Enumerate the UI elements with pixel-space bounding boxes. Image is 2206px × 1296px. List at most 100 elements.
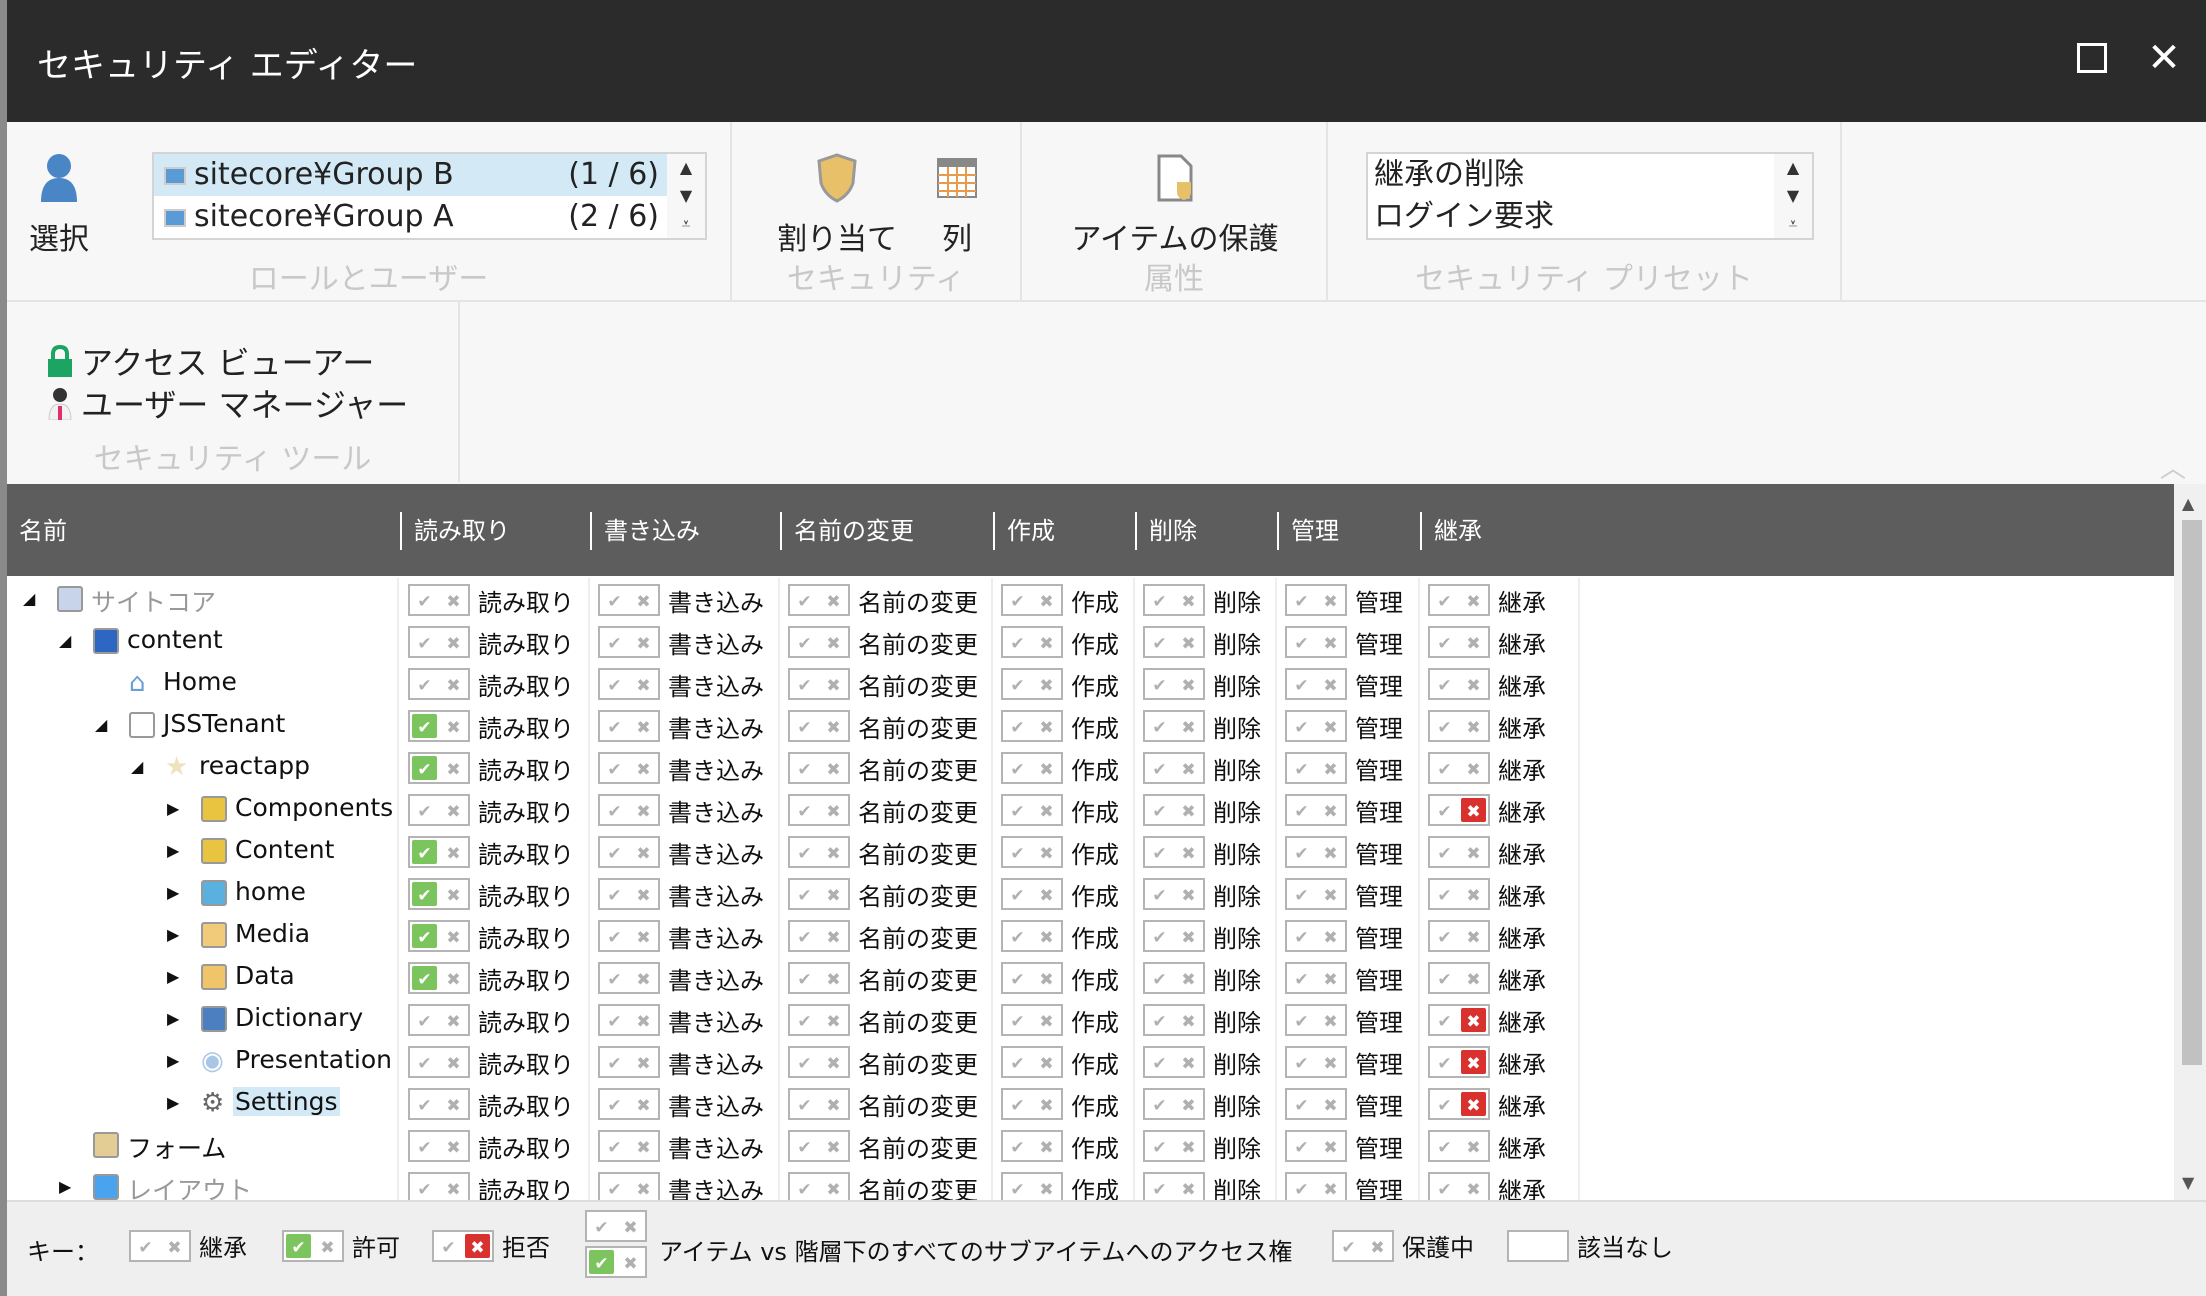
deny-x-icon[interactable]: ✖ [631,1008,656,1032]
allow-check-icon[interactable]: ✔ [792,1008,817,1032]
permission-checkbox-inherit[interactable]: ✔ ✖ [1285,584,1347,616]
allow-check-icon[interactable]: ✔ [602,966,627,990]
deny-x-icon[interactable]: ✖ [1034,1176,1059,1200]
allow-check-icon[interactable]: ✔ [1289,588,1314,612]
allow-check-icon[interactable]: ✔ [1147,840,1172,864]
allow-check-icon[interactable]: ✔ [792,840,817,864]
deny-x-icon[interactable]: ✖ [441,840,466,864]
allow-check-icon[interactable]: ✔ [1289,966,1314,990]
permission-checkbox-inherit[interactable]: ✔ ✖ [1143,1130,1205,1162]
allow-check-icon[interactable]: ✔ [602,798,627,822]
item-name[interactable]: JSSTenant [161,709,287,738]
preset-require-login[interactable]: ログイン要求 [1368,196,1812,238]
column-header-name[interactable]: 名前 [7,512,67,550]
permission-checkbox-inherit[interactable]: ✔ ✖ [1285,878,1347,910]
permission-checkbox-inherit[interactable]: ✔ ✖ [1001,626,1063,658]
permission-checkbox-inherit[interactable]: ✔ ✖ [788,752,850,784]
allow-check-icon[interactable]: ✔ [1289,1092,1314,1116]
allow-check-icon[interactable]: ✔ [1005,924,1030,948]
allow-check-icon[interactable]: ✔ [602,840,627,864]
allow-check-icon[interactable]: ✔ [1432,1008,1457,1032]
permission-checkbox-inherit[interactable]: ✔ ✖ [1001,1130,1063,1162]
user-manager-button[interactable]: ユーザー マネージャー [47,380,408,426]
collapse-ribbon-icon[interactable]: ︿ [2160,448,2186,485]
permission-checkbox-allow[interactable]: ✔ ✖ [408,836,470,868]
permission-checkbox-inherit[interactable]: ✔ ✖ [1143,836,1205,868]
permission-checkbox-inherit[interactable]: ✔ ✖ [598,668,660,700]
deny-x-icon[interactable]: ✖ [1034,840,1059,864]
permission-checkbox-inherit[interactable]: ✔ ✖ [1428,920,1490,952]
allow-check-icon[interactable]: ✔ [1432,924,1457,948]
permission-checkbox-allow[interactable]: ✔ ✖ [408,962,470,994]
item-name[interactable]: Dictionary [233,1003,365,1032]
deny-x-icon[interactable]: ✖ [441,588,466,612]
permission-checkbox-inherit[interactable]: ✔ ✖ [1001,752,1063,784]
permission-checkbox-inherit[interactable]: ✔ ✖ [1143,710,1205,742]
allow-check-icon[interactable]: ✔ [1147,882,1172,906]
deny-x-icon[interactable]: ✖ [1318,630,1343,654]
allow-check-icon[interactable]: ✔ [1289,882,1314,906]
permission-checkbox-inherit[interactable]: ✔ ✖ [598,626,660,658]
allow-check-icon[interactable]: ✔ [602,1050,627,1074]
allow-check-icon[interactable]: ✔ [412,1176,437,1200]
deny-x-icon[interactable]: ✖ [441,924,466,948]
expand-arrow-icon[interactable]: ▶ [167,799,183,819]
allow-check-icon[interactable]: ✔ [1005,840,1030,864]
permission-checkbox-inherit[interactable]: ✔ ✖ [1001,668,1063,700]
allow-check-icon[interactable]: ✔ [1432,840,1457,864]
permission-checkbox-inherit[interactable]: ✔ ✖ [1143,1004,1205,1036]
permission-checkbox-inherit[interactable]: ✔ ✖ [788,1172,850,1200]
allow-check-icon[interactable]: ✔ [1432,966,1457,990]
permission-checkbox-inherit[interactable]: ✔ ✖ [1285,1088,1347,1120]
expand-arrow-icon[interactable]: ▶ [167,1051,183,1071]
deny-x-icon[interactable]: ✖ [441,630,466,654]
allow-check-icon[interactable]: ✔ [602,1092,627,1116]
permission-checkbox-inherit[interactable]: ✔ ✖ [598,710,660,742]
allow-check-icon[interactable]: ✔ [1289,1050,1314,1074]
permission-checkbox-inherit[interactable]: ✔ ✖ [598,878,660,910]
permission-checkbox-inherit[interactable]: ✔ ✖ [788,710,850,742]
allow-check-icon[interactable]: ✔ [1005,882,1030,906]
deny-x-icon[interactable]: ✖ [821,714,846,738]
allow-check-icon[interactable]: ✔ [1147,1092,1172,1116]
item-name[interactable]: Presentation [233,1045,394,1074]
deny-x-icon[interactable]: ✖ [631,1134,656,1158]
permission-checkbox-allow[interactable]: ✔ ✖ [408,920,470,952]
allow-check-icon[interactable]: ✔ [1005,1050,1030,1074]
deny-x-icon[interactable]: ✖ [1176,630,1201,654]
permission-checkbox-inherit[interactable]: ✔ ✖ [598,1004,660,1036]
permission-checkbox-allow[interactable]: ✔ ✖ [408,878,470,910]
deny-x-icon[interactable]: ✖ [1318,1176,1343,1200]
allow-check-icon[interactable]: ✔ [792,882,817,906]
permission-checkbox-inherit[interactable]: ✔ ✖ [1143,962,1205,994]
permission-checkbox-inherit[interactable]: ✔ ✖ [408,1046,470,1078]
permission-checkbox-inherit[interactable]: ✔ ✖ [1001,878,1063,910]
allow-check-icon[interactable]: ✔ [602,630,627,654]
deny-x-icon[interactable]: ✖ [1461,672,1486,696]
item-name[interactable]: Data [233,961,297,990]
allow-check-icon[interactable]: ✔ [792,966,817,990]
item-name[interactable]: フォーム [125,1129,228,1165]
permission-checkbox-inherit[interactable]: ✔ ✖ [408,626,470,658]
deny-x-icon[interactable]: ✖ [821,1176,846,1200]
permission-checkbox-deny[interactable]: ✔ ✖ [1428,794,1490,826]
permission-checkbox-inherit[interactable]: ✔ ✖ [1285,794,1347,826]
permission-checkbox-inherit[interactable]: ✔ ✖ [788,1004,850,1036]
permission-checkbox-inherit[interactable]: ✔ ✖ [1428,752,1490,784]
item-name[interactable]: Media [233,919,312,948]
deny-x-icon[interactable]: ✖ [1034,924,1059,948]
list-item-group-a[interactable]: sitecore¥Group A (2 / 6) [154,196,705,238]
deny-x-icon[interactable]: ✖ [441,1176,466,1200]
permission-checkbox-inherit[interactable]: ✔ ✖ [1001,794,1063,826]
permission-checkbox-inherit[interactable]: ✔ ✖ [1001,1172,1063,1200]
permission-checkbox-inherit[interactable]: ✔ ✖ [1428,626,1490,658]
allow-check-icon[interactable]: ✔ [412,840,437,864]
allow-check-icon[interactable]: ✔ [1432,714,1457,738]
allow-check-icon[interactable]: ✔ [1147,588,1172,612]
deny-x-icon[interactable]: ✖ [631,840,656,864]
expand-arrow-icon[interactable]: ▶ [167,1093,183,1113]
deny-x-icon[interactable]: ✖ [1461,1176,1486,1200]
deny-x-icon[interactable]: ✖ [821,756,846,780]
allow-check-icon[interactable]: ✔ [1005,1092,1030,1116]
permission-checkbox-inherit[interactable]: ✔ ✖ [598,1172,660,1200]
